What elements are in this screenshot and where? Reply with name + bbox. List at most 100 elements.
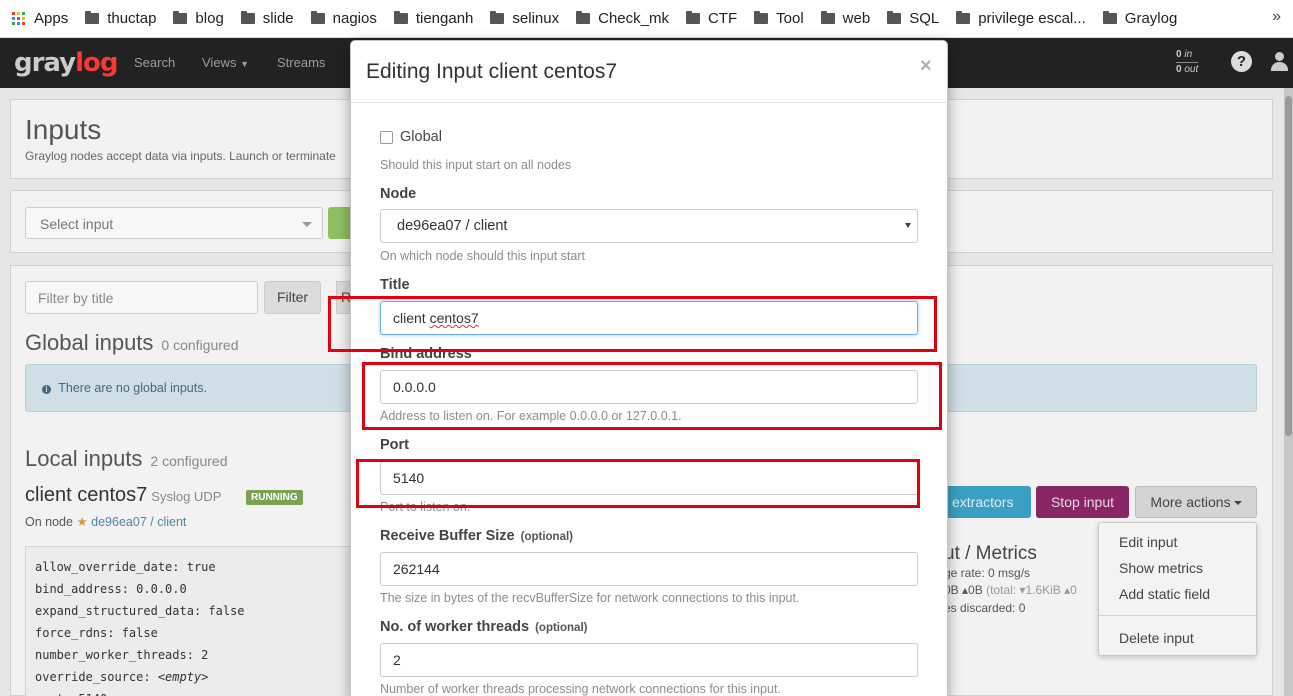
folder-icon — [956, 11, 971, 24]
global-inputs-title: Global inputs — [25, 330, 154, 355]
global-inputs-count: 0 configured — [161, 337, 239, 353]
global-checkbox-label[interactable]: Global — [400, 129, 442, 145]
bookmark-folder[interactable]: slide — [240, 10, 294, 27]
node-select-value: de96ea07 / client — [397, 218, 508, 234]
bookmark-folder[interactable]: Graylog — [1102, 10, 1177, 27]
bookmark-folder[interactable]: CTF — [685, 10, 738, 27]
throughput-out-unit: out — [1184, 64, 1199, 75]
bookmark-label: blog — [195, 10, 224, 27]
recv-buffer-input[interactable]: 262144 — [380, 552, 918, 586]
input-name: client centos7 — [25, 484, 148, 506]
metrics-network-out: 0B — [968, 583, 983, 597]
metrics-discarded: es discarded: 0 — [944, 601, 1026, 615]
page-title: Inputs — [25, 114, 102, 145]
bookmark-label: selinux — [512, 10, 560, 27]
close-icon[interactable]: × — [920, 55, 932, 78]
more-actions-button[interactable]: More actions — [1135, 486, 1257, 518]
worker-threads-value: 2 — [393, 652, 401, 668]
status-badge: RUNNING — [246, 490, 303, 505]
throughput-out-value: 0 — [1176, 64, 1182, 75]
throughput-indicator[interactable]: 0 in 0 out — [1176, 48, 1199, 77]
bookmark-folder[interactable]: web — [820, 10, 870, 27]
worker-threads-input[interactable]: 2 — [380, 643, 918, 677]
nav-views[interactable]: Views ▼ — [202, 55, 249, 70]
manage-extractors-button[interactable]: extractors — [947, 486, 1031, 518]
select-input-dropdown[interactable]: Select input — [25, 207, 323, 239]
bookmarks-bar: Apps thuctap blog slide nagios tienganh … — [0, 0, 1293, 38]
bookmark-label: slide — [262, 10, 294, 27]
bookmark-folder[interactable]: tienganh — [393, 10, 474, 27]
more-actions-menu: Edit input Show metrics Add static field… — [1098, 522, 1257, 656]
filter-button[interactable]: Filter — [264, 281, 321, 314]
caret-down-icon — [302, 222, 312, 227]
graylog-logo[interactable]: graylog — [14, 48, 119, 78]
menu-item-edit-input[interactable]: Edit input — [1099, 529, 1256, 555]
stop-input-button[interactable]: Stop input — [1036, 486, 1129, 518]
bookmark-label: privilege escal... — [978, 10, 1086, 27]
config-value: false — [208, 604, 245, 618]
bookmark-apps[interactable]: Apps — [12, 10, 68, 27]
user-icon[interactable] — [1270, 52, 1288, 72]
folder-icon — [85, 11, 100, 24]
config-line: override_source: <empty> — [35, 670, 209, 684]
metrics-rate: ge rate: 0 msg/s — [944, 566, 1031, 580]
config-value: 5140 — [78, 692, 107, 696]
optional-tag: (optional) — [520, 531, 573, 543]
apps-grid-icon — [12, 12, 25, 25]
bookmark-folder[interactable]: blog — [173, 10, 224, 27]
local-inputs-title: Local inputs — [25, 446, 143, 471]
folder-icon — [887, 11, 902, 24]
bookmark-label: Apps — [34, 10, 69, 27]
title-label: Title — [380, 277, 410, 293]
optional-tag: (optional) — [535, 622, 588, 634]
config-line: bind_address: 0.0.0.0 — [35, 582, 187, 596]
filter-input[interactable]: Filter by title — [25, 281, 258, 314]
menu-item-show-metrics[interactable]: Show metrics — [1099, 555, 1256, 581]
nav-search[interactable]: Search — [134, 55, 175, 70]
config-line: number_worker_threads: 2 — [35, 648, 209, 662]
folder-icon — [173, 11, 188, 24]
page-scrollbar[interactable] — [1284, 88, 1293, 696]
throughput-in-unit: in — [1184, 49, 1193, 60]
bookmark-folder[interactable]: thuctap — [85, 10, 156, 27]
folder-icon — [1102, 11, 1117, 24]
metrics-network-total: (total: ▾1.6KiB ▴0 — [986, 583, 1077, 597]
scrollbar-thumb[interactable] — [1285, 96, 1292, 436]
bookmark-label: tienganh — [415, 10, 474, 27]
bookmark-label: SQL — [909, 10, 940, 27]
node-select[interactable]: de96ea07 / client — [380, 209, 918, 243]
bookmarks-overflow-button[interactable]: » — [1272, 8, 1281, 26]
bookmark-folder[interactable]: selinux — [490, 10, 559, 27]
recv-buffer-label-text: Receive Buffer Size — [380, 528, 515, 544]
menu-item-add-static-field[interactable]: Add static field — [1099, 581, 1256, 607]
config-key: number_worker_threads — [35, 648, 187, 662]
logo-text: gray — [14, 48, 76, 78]
folder-icon — [490, 11, 505, 24]
more-actions-label: More actions — [1150, 494, 1231, 510]
alert-text: There are no global inputs. — [58, 381, 207, 395]
bookmark-label: CTF — [707, 10, 738, 27]
config-key: allow_override_date — [35, 560, 173, 574]
worker-threads-label-text: No. of worker threads — [380, 619, 530, 635]
launch-input-button[interactable] — [328, 207, 352, 239]
config-key: port — [35, 692, 64, 696]
worker-threads-label: No. of worker threads (optional) — [380, 619, 587, 635]
logo-text-accent: log — [75, 48, 118, 78]
info-icon: i — [42, 385, 51, 394]
folder-icon — [820, 11, 835, 24]
bookmark-folder[interactable]: privilege escal... — [956, 10, 1086, 27]
help-icon[interactable]: ? — [1231, 51, 1252, 72]
recv-buffer-value: 262144 — [393, 561, 440, 577]
bookmark-folder[interactable]: Check_mk — [576, 10, 669, 27]
bookmark-folder[interactable]: Tool — [754, 10, 804, 27]
nav-streams[interactable]: Streams — [277, 55, 325, 70]
menu-item-delete-input[interactable]: Delete input — [1099, 625, 1256, 651]
bookmark-folder[interactable]: SQL — [887, 10, 939, 27]
node-link[interactable]: de96ea07 / client — [91, 515, 186, 529]
port-label: Port — [380, 437, 409, 453]
config-line: force_rdns: false — [35, 626, 158, 640]
bookmark-folder[interactable]: nagios — [310, 10, 377, 27]
menu-divider — [1099, 615, 1256, 616]
highlight-box-bind-address — [362, 362, 942, 430]
global-checkbox[interactable] — [380, 131, 393, 144]
